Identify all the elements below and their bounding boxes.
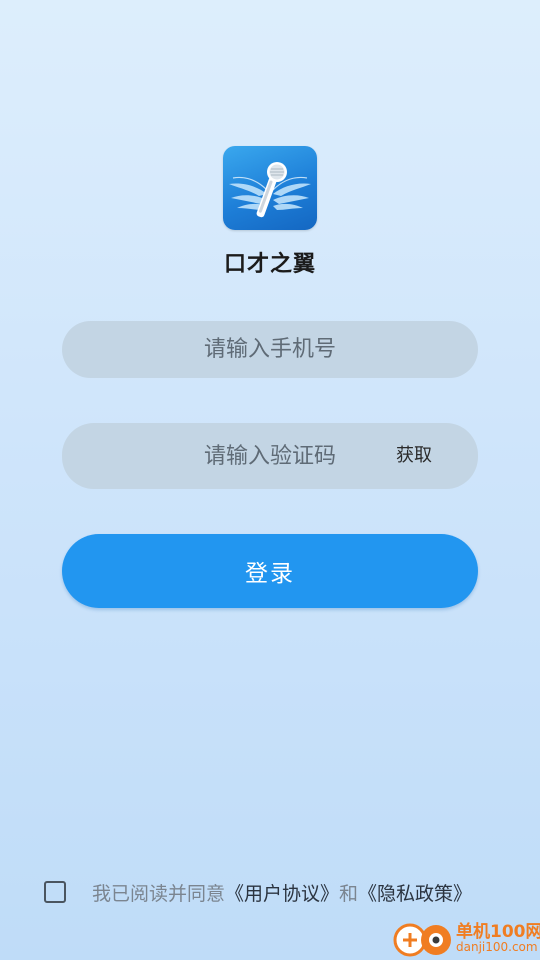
phone-input[interactable]: [62, 321, 478, 378]
app-name: 口才之翼: [223, 252, 316, 277]
agreement-conjunction: 和: [339, 882, 359, 905]
agreement-prefix: 我已阅读并同意: [92, 882, 226, 905]
watermark: 单机100网 danji100.com: [388, 914, 540, 960]
watermark-title: 单机100网: [456, 922, 540, 942]
agreement-row: 我已阅读并同意 《用户协议》 和 《隐私政策》: [44, 876, 472, 908]
watermark-logo-icon: [393, 923, 451, 957]
phone-field: [62, 321, 478, 378]
watermark-url: danji100.com: [456, 940, 538, 954]
app-logo: [223, 146, 317, 230]
get-code-button[interactable]: 获取: [386, 423, 442, 489]
verification-code-field: 获取: [62, 423, 478, 489]
agreement-checkbox[interactable]: [44, 881, 66, 903]
winged-microphone-icon: [229, 162, 311, 218]
verification-code-input[interactable]: [160, 423, 380, 489]
login-button[interactable]: 登录: [62, 534, 478, 608]
user-agreement-link[interactable]: 《用户协议》: [225, 879, 339, 906]
privacy-policy-link[interactable]: 《隐私政策》: [358, 879, 472, 906]
